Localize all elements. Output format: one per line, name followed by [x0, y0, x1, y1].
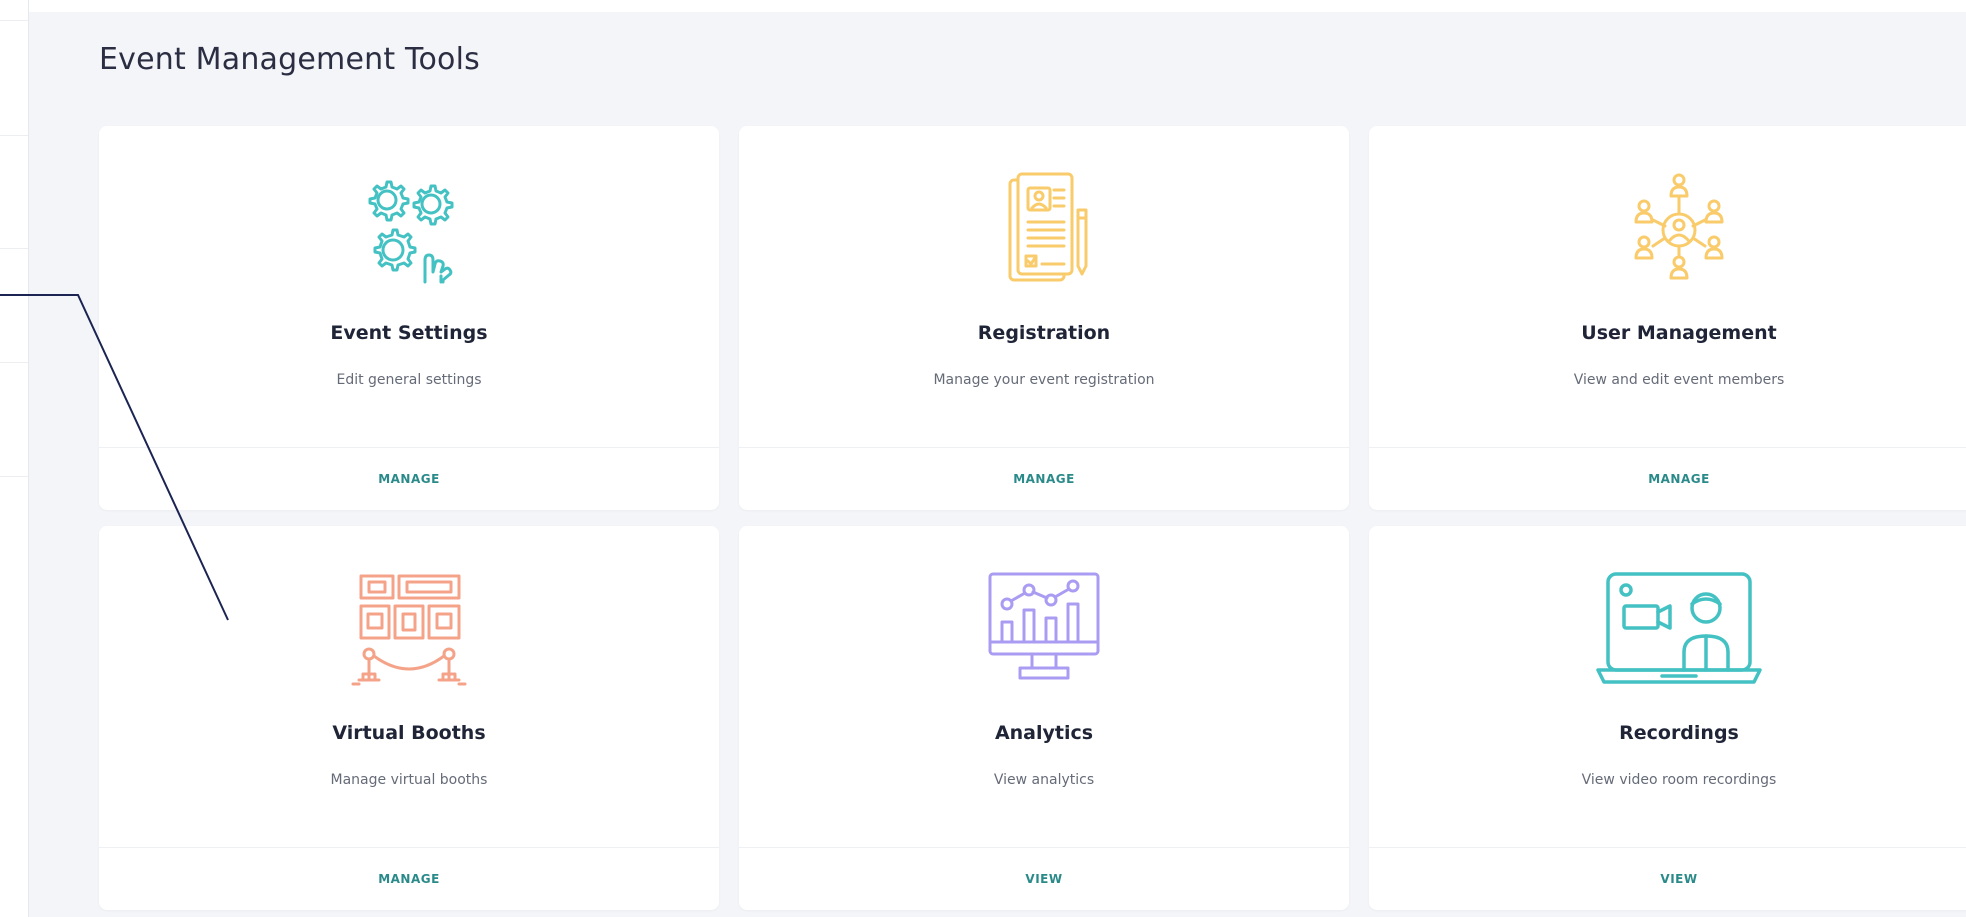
registration-form-icon: [984, 170, 1104, 290]
card-footer: MANAGE: [739, 447, 1349, 510]
card-title: Registration: [977, 322, 1111, 344]
card-registration: Registration Manage your event registrat…: [739, 126, 1349, 510]
card-user-management: User Management View and edit event memb…: [1369, 126, 1966, 510]
manage-registration-button[interactable]: MANAGE: [1001, 466, 1087, 492]
event-management-panel: Event Management Tools Event Settings Ed…: [29, 12, 1966, 917]
manage-virtual-booths-button[interactable]: MANAGE: [366, 866, 452, 892]
card-virtual-booths: Virtual Booths Manage virtual booths MAN…: [99, 526, 719, 910]
manage-event-settings-button[interactable]: MANAGE: [366, 466, 452, 492]
sidebar-divider: [0, 20, 28, 21]
user-network-icon: [1619, 170, 1739, 290]
card-title: Event Settings: [330, 322, 488, 344]
page-title: Event Management Tools: [99, 42, 480, 77]
card-title: Virtual Booths: [332, 722, 486, 744]
card-analytics: Analytics View analytics VIEW: [739, 526, 1349, 910]
booths-icon: [349, 570, 469, 690]
card-footer: VIEW: [739, 847, 1349, 910]
card-event-settings: Event Settings Edit general settings MAN…: [99, 126, 719, 510]
video-recording-icon: [1594, 570, 1764, 690]
view-recordings-button[interactable]: VIEW: [1648, 866, 1709, 892]
card-footer: MANAGE: [99, 847, 719, 910]
view-analytics-button[interactable]: VIEW: [1013, 866, 1074, 892]
sidebar-divider: [0, 362, 28, 363]
card-title: Recordings: [1619, 722, 1739, 744]
card-description: Manage your event registration: [933, 372, 1155, 388]
left-sidebar-edge: [0, 0, 29, 917]
manage-user-management-button[interactable]: MANAGE: [1636, 466, 1722, 492]
card-description: View and edit event members: [1573, 372, 1785, 388]
card-title: User Management: [1581, 322, 1777, 344]
card-description: Manage virtual booths: [330, 772, 488, 788]
card-footer: VIEW: [1369, 847, 1966, 910]
card-recordings: Recordings View video room recordings VI…: [1369, 526, 1966, 910]
card-title: Analytics: [994, 722, 1094, 744]
sidebar-divider: [0, 248, 28, 249]
gears-icon: [349, 170, 469, 290]
card-footer: MANAGE: [99, 447, 719, 510]
analytics-monitor-icon: [984, 570, 1104, 690]
sidebar-divider: [0, 476, 28, 477]
card-description: View analytics: [993, 772, 1095, 788]
sidebar-divider: [0, 135, 28, 136]
card-description: View video room recordings: [1581, 772, 1777, 788]
card-description: Edit general settings: [336, 372, 482, 388]
card-footer: MANAGE: [1369, 447, 1966, 510]
